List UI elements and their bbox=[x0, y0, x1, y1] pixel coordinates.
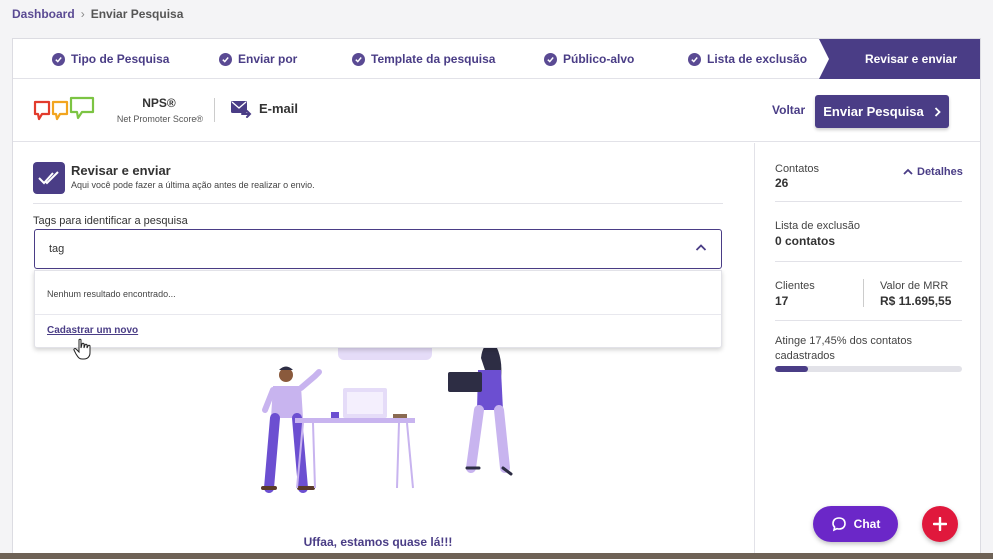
step-label: Lista de exclusão bbox=[707, 52, 808, 66]
step-enviar-por[interactable]: Enviar por bbox=[219, 39, 297, 79]
step-label: Template da pesquisa bbox=[371, 52, 496, 66]
survey-info-bar: NPS® Net Promoter Score® E-mail Voltar E… bbox=[13, 80, 980, 142]
step-publico-alvo[interactable]: Público-alvo bbox=[544, 39, 634, 79]
clients-value: 17 bbox=[775, 294, 789, 308]
mrr-label: Valor de MRR bbox=[880, 280, 949, 292]
details-label: Detalhes bbox=[917, 166, 963, 178]
survey-card: Tipo de Pesquisa Enviar por Template da … bbox=[12, 38, 981, 559]
create-new-tag-link[interactable]: Cadastrar um novo bbox=[47, 325, 138, 336]
no-results-text: Nenhum resultado encontrado... bbox=[47, 289, 176, 299]
nps-logo-icon bbox=[33, 96, 95, 121]
double-check-icon bbox=[33, 162, 65, 194]
reach-progress-fill bbox=[775, 366, 808, 372]
taskbar-strip bbox=[0, 553, 993, 559]
review-subtitle: Aqui você pode fazer a última ação antes… bbox=[71, 180, 315, 190]
email-send-icon bbox=[231, 101, 252, 118]
send-survey-label: Enviar Pesquisa bbox=[823, 104, 924, 119]
tags-input[interactable]: tag bbox=[34, 229, 722, 269]
tags-label: Tags para identificar a pesquisa bbox=[33, 215, 188, 227]
almost-there-illustration bbox=[261, 318, 513, 493]
reach-text: Atinge 17,45% dos contatos cadastrados bbox=[775, 335, 912, 362]
details-toggle[interactable]: Detalhes bbox=[903, 166, 963, 178]
send-survey-button[interactable]: Enviar Pesquisa bbox=[815, 95, 949, 128]
breadcrumb-dashboard-link[interactable]: Dashboard bbox=[12, 7, 75, 21]
divider bbox=[33, 203, 723, 204]
divider bbox=[775, 261, 962, 262]
step-label: Público-alvo bbox=[563, 52, 635, 66]
chevron-right-icon: › bbox=[80, 7, 85, 21]
channel-label: E-mail bbox=[259, 101, 299, 116]
chevron-up-icon bbox=[903, 168, 913, 175]
step-label: Tipo de Pesquisa bbox=[71, 52, 170, 66]
illustration-caption: Uffaa, estamos quase lá!!! bbox=[303, 535, 453, 549]
stepper: Tipo de Pesquisa Enviar por Template da … bbox=[13, 39, 980, 79]
mrr-value: R$ 11.695,55 bbox=[880, 294, 952, 308]
clients-label: Clientes bbox=[775, 280, 815, 292]
divider bbox=[863, 279, 864, 307]
chat-label: Chat bbox=[853, 517, 881, 531]
check-circle-icon bbox=[688, 52, 701, 66]
step-template-da-pesquisa[interactable]: Template da pesquisa bbox=[352, 39, 495, 79]
chat-button[interactable]: Chat bbox=[813, 506, 898, 542]
plus-icon bbox=[933, 517, 947, 531]
exclusion-label: Lista de exclusão bbox=[775, 220, 860, 232]
step-lista-de-exclusao[interactable]: Lista de exclusão bbox=[688, 39, 807, 79]
check-circle-icon bbox=[219, 52, 232, 66]
summary-panel: Contatos 26 Detalhes Lista de exclusão 0… bbox=[754, 143, 980, 558]
add-button[interactable] bbox=[922, 506, 958, 542]
review-title: Revisar e enviar bbox=[71, 163, 171, 178]
divider bbox=[35, 314, 721, 315]
divider bbox=[775, 320, 962, 321]
chat-bubble-icon bbox=[831, 517, 846, 532]
breadcrumb-current: Enviar Pesquisa bbox=[90, 7, 184, 21]
chevron-right-icon bbox=[934, 106, 941, 117]
contacts-value: 26 bbox=[775, 176, 789, 190]
survey-type-subtitle: Net Promoter Score® bbox=[116, 114, 204, 124]
divider bbox=[214, 98, 215, 122]
tags-input-value: tag bbox=[49, 243, 65, 255]
hand-pointer-cursor-icon bbox=[73, 338, 91, 360]
breadcrumb: Dashboard › Enviar Pesquisa bbox=[12, 7, 183, 21]
contacts-label: Contatos bbox=[775, 163, 820, 175]
check-circle-icon bbox=[352, 52, 365, 66]
exclusion-value: 0 contatos bbox=[775, 234, 836, 248]
step-tipo-de-pesquisa[interactable]: Tipo de Pesquisa bbox=[52, 39, 169, 79]
survey-type-title: NPS® bbox=[142, 96, 176, 110]
step-label: Enviar por bbox=[238, 52, 298, 66]
review-panel: Revisar e enviar Aqui você pode fazer a … bbox=[13, 143, 754, 558]
divider bbox=[775, 201, 962, 202]
check-circle-icon bbox=[544, 52, 557, 66]
reach-progress-bar bbox=[775, 366, 962, 372]
tags-dropdown: Nenhum resultado encontrado... Cadastrar… bbox=[34, 270, 722, 348]
step-label: Revisar e enviar bbox=[864, 52, 957, 66]
back-button[interactable]: Voltar bbox=[772, 103, 805, 117]
check-circle-icon bbox=[52, 52, 65, 66]
chevron-up-icon[interactable] bbox=[695, 243, 707, 253]
step-revisar-e-enviar[interactable]: Revisar e enviar bbox=[819, 39, 980, 79]
